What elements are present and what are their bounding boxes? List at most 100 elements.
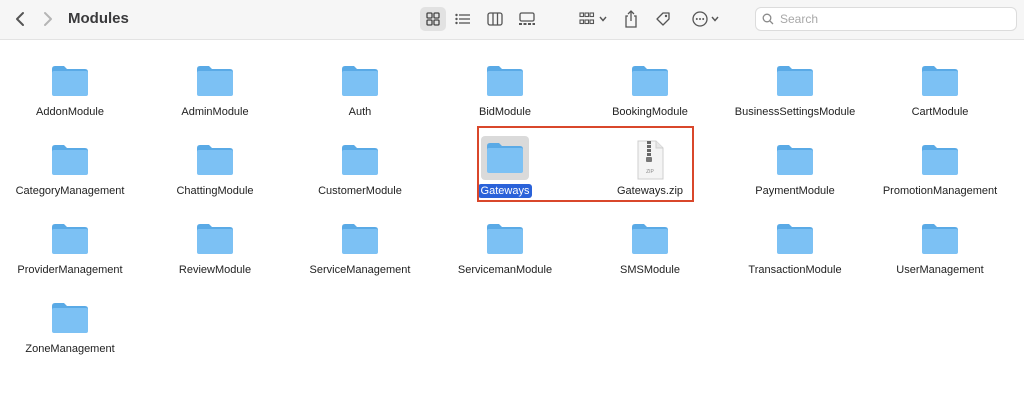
group-by-button[interactable] (576, 7, 610, 31)
item-label: UserManagement (870, 264, 1010, 276)
folder-icon (340, 139, 380, 181)
folder-icon (630, 60, 670, 102)
folder-item[interactable]: AddonModule (0, 60, 140, 130)
item-label: CustomerModule (290, 185, 430, 197)
folder-icon (630, 218, 670, 260)
item-name: ReviewModule (178, 264, 252, 276)
chevron-down-icon (710, 16, 719, 22)
item-name: BidModule (479, 106, 531, 118)
item-name: ServiceManagement (309, 264, 411, 276)
item-name: CategoryManagement (15, 185, 125, 197)
folder-icon (340, 218, 380, 260)
folder-icon (50, 60, 90, 102)
share-button[interactable] (621, 7, 641, 31)
item-label: BidModule (435, 106, 575, 118)
column-view-button[interactable] (483, 7, 507, 31)
search-input[interactable] (778, 11, 1002, 27)
folder-icon (195, 139, 235, 181)
search-icon (762, 13, 774, 25)
item-label: CategoryManagement (0, 185, 140, 197)
folder-item[interactable]: ProviderManagement (0, 218, 140, 288)
folder-icon (195, 60, 235, 102)
item-label: CartModule (870, 106, 1010, 118)
folder-item[interactable]: CartModule (870, 60, 1010, 130)
folder-item[interactable]: CategoryManagement (0, 139, 140, 209)
folder-icon (50, 297, 90, 339)
folder-item[interactable]: SMSModule (580, 218, 720, 288)
folder-item[interactable]: TransactionModule (725, 218, 865, 288)
tags-button[interactable] (653, 7, 673, 31)
item-name: TransactionModule (748, 264, 842, 276)
item-name: BusinessSettingsModule (734, 106, 856, 118)
item-name: CustomerModule (318, 185, 402, 197)
item-label: AdminModule (145, 106, 285, 118)
folder-item[interactable]: BidModule (435, 60, 575, 130)
folder-item[interactable]: ZoneManagement (0, 297, 140, 367)
more-actions-button[interactable] (690, 7, 720, 31)
forward-button[interactable] (38, 9, 58, 29)
chevron-right-icon (44, 12, 52, 26)
chevron-left-icon (16, 12, 24, 26)
item-label: PromotionManagement (870, 185, 1010, 197)
folder-item[interactable]: PromotionManagement (870, 139, 1010, 209)
item-label: AddonModule (0, 106, 140, 118)
folder-icon (50, 218, 90, 260)
item-name: UserManagement (896, 264, 984, 276)
list-view-icon (455, 13, 470, 25)
tag-icon (656, 12, 670, 26)
item-label: Auth (290, 106, 430, 118)
columns-icon (487, 12, 503, 26)
folder-item[interactable]: ServiceManagement (290, 218, 430, 288)
folder-item[interactable]: CustomerModule (290, 139, 430, 209)
ellipsis-circle-icon (691, 11, 708, 27)
folder-item[interactable]: ReviewModule (145, 218, 285, 288)
back-button[interactable] (10, 9, 30, 29)
item-label: SMSModule (580, 264, 720, 276)
share-icon (625, 10, 637, 28)
item-label: ServiceManagement (290, 264, 430, 276)
item-name: ServicemanModule (457, 264, 553, 276)
folder-icon (775, 60, 815, 102)
folder-item[interactable]: Auth (290, 60, 430, 130)
item-name: Auth (348, 106, 372, 118)
item-name: PaymentModule (755, 185, 835, 197)
item-name: BookingModule (612, 106, 688, 118)
item-name: AddonModule (36, 106, 104, 118)
folder-icon (920, 218, 960, 260)
chevron-down-icon (599, 16, 607, 22)
list-view-button[interactable] (451, 7, 475, 31)
item-label: ChattingModule (145, 185, 285, 197)
item-label: ReviewModule (145, 264, 285, 276)
folder-item[interactable]: AdminModule (145, 60, 285, 130)
item-name: CartModule (911, 106, 969, 118)
highlight-annotation (477, 126, 694, 202)
search-field[interactable] (755, 7, 1017, 31)
folder-icon (485, 60, 525, 102)
folder-item[interactable]: BookingModule (580, 60, 720, 130)
folder-item[interactable]: PaymentModule (725, 139, 865, 209)
window-title: Modules (68, 10, 129, 27)
gallery-view-icon (519, 12, 535, 25)
item-name: ChattingModule (176, 185, 254, 197)
item-label: ServicemanModule (435, 264, 575, 276)
item-label: BusinessSettingsModule (725, 106, 865, 118)
group-icon (579, 12, 595, 25)
item-name: ProviderManagement (17, 264, 123, 276)
folder-icon (195, 218, 235, 260)
item-label: ProviderManagement (0, 264, 140, 276)
icon-view-button[interactable] (420, 7, 446, 31)
folder-icon (775, 218, 815, 260)
gallery-view-button[interactable] (515, 7, 539, 31)
folder-item[interactable]: ServicemanModule (435, 218, 575, 288)
folder-item[interactable]: UserManagement (870, 218, 1010, 288)
folder-item[interactable]: ChattingModule (145, 139, 285, 209)
folder-icon (485, 218, 525, 260)
folder-icon (340, 60, 380, 102)
folder-item[interactable]: BusinessSettingsModule (725, 60, 865, 130)
folder-icon (920, 139, 960, 181)
folder-icon (775, 139, 815, 181)
folder-icon (920, 60, 960, 102)
folder-icon (50, 139, 90, 181)
grid-view-icon (426, 12, 440, 26)
item-label: ZoneManagement (0, 343, 140, 355)
